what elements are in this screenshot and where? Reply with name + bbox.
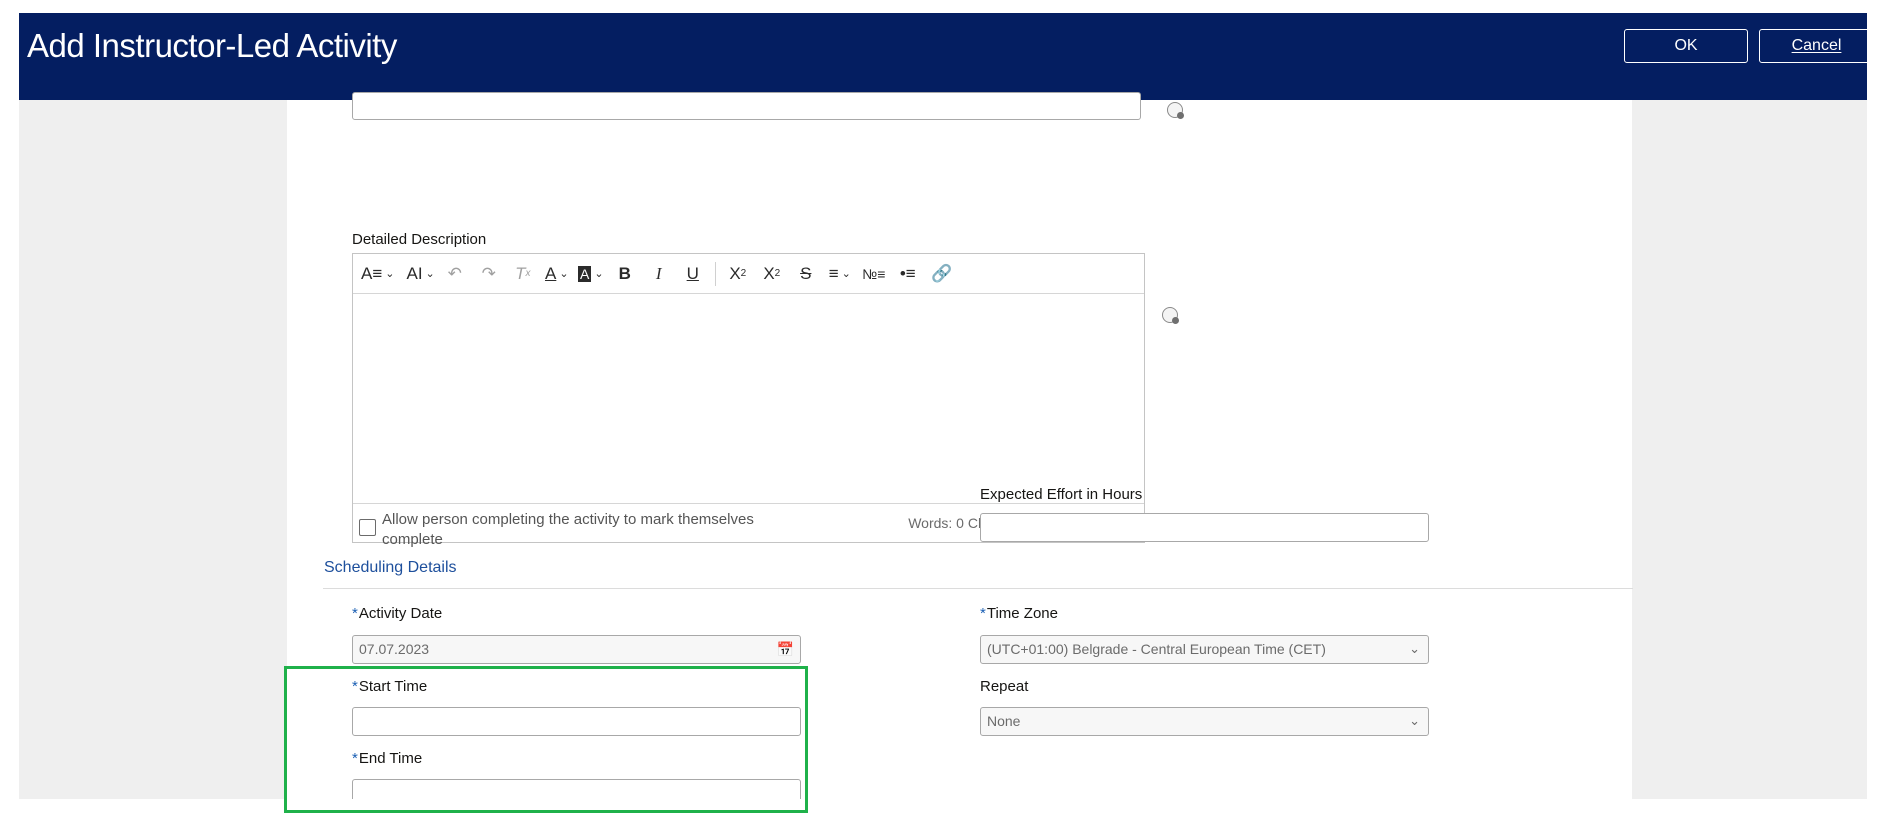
activity-date-input[interactable]: 07.07.2023 📅: [352, 635, 801, 664]
toolbar-divider: [714, 261, 716, 286]
undo-icon[interactable]: ↶: [441, 260, 469, 288]
detailed-description-label: Detailed Description: [352, 231, 487, 248]
highlight-box: [284, 666, 808, 813]
required-marker: *: [352, 605, 358, 622]
help-icon[interactable]: [1167, 102, 1184, 119]
cancel-button-label: Cancel: [1791, 37, 1842, 54]
dialog-header: Add Instructor-Led Activity OK Cancel: [19, 13, 1867, 100]
self-complete-checkbox[interactable]: [359, 519, 376, 536]
underline-icon[interactable]: U: [679, 260, 707, 288]
time-zone-label: *Time Zone: [980, 605, 1058, 622]
title-input[interactable]: [352, 92, 1141, 120]
chevron-down-icon: ⌄: [1409, 641, 1420, 656]
subscript-icon[interactable]: X2: [724, 260, 752, 288]
link-icon[interactable]: 🔗: [928, 260, 956, 288]
numbered-list-icon[interactable]: №≡: [860, 260, 888, 288]
calendar-icon[interactable]: 📅: [777, 641, 794, 658]
font-size-icon[interactable]: AI ⌄: [406, 260, 434, 288]
text-color-icon[interactable]: A ⌄: [543, 260, 571, 288]
time-zone-select[interactable]: (UTC+01:00) Belgrade - Central European …: [980, 635, 1429, 664]
italic-icon[interactable]: I: [645, 260, 673, 288]
scheduling-details-heading: Scheduling Details: [324, 559, 457, 576]
help-icon[interactable]: [1162, 307, 1179, 324]
bold-icon[interactable]: B: [611, 260, 639, 288]
expected-effort-label: Expected Effort in Hours: [980, 486, 1143, 503]
activity-date-value: 07.07.2023: [359, 641, 430, 657]
strikethrough-icon[interactable]: S: [792, 260, 820, 288]
superscript-icon[interactable]: X2: [758, 260, 786, 288]
self-complete-label: Allow person completing the activity to …: [382, 511, 754, 548]
repeat-label: Repeat: [980, 678, 1029, 695]
dialog-title: Add Instructor-Led Activity: [27, 27, 397, 64]
activity-date-label: *Activity Date: [352, 605, 442, 622]
cancel-button[interactable]: Cancel: [1759, 29, 1867, 63]
activity-date-label-text: Activity Date: [358, 605, 443, 622]
redo-icon[interactable]: ↷: [475, 260, 503, 288]
bulleted-list-icon[interactable]: •≡: [894, 260, 922, 288]
ok-button[interactable]: OK: [1624, 29, 1748, 63]
expected-effort-input[interactable]: [980, 513, 1429, 542]
repeat-value: None: [987, 713, 1021, 729]
time-zone-label-text: Time Zone: [986, 605, 1058, 622]
required-marker: *: [980, 605, 986, 622]
highlight-color-icon[interactable]: A ⌄: [577, 260, 605, 288]
chevron-down-icon: ⌄: [1409, 713, 1420, 728]
repeat-select[interactable]: None ⌄: [980, 707, 1429, 736]
clear-format-icon[interactable]: Tx: [509, 260, 537, 288]
paragraph-format-icon[interactable]: A≡ ⌄: [361, 260, 394, 288]
editor-text-area[interactable]: [353, 294, 1144, 505]
section-divider: [323, 588, 1633, 589]
time-zone-value: (UTC+01:00) Belgrade - Central European …: [987, 641, 1326, 657]
editor-toolbar: A≡ ⌄ AI ⌄ ↶ ↷ Tx A ⌄ A ⌄ B I U X2 X2 S ≡ ⌄ №≡…: [353, 254, 1144, 294]
align-icon[interactable]: ≡ ⌄: [826, 260, 854, 288]
